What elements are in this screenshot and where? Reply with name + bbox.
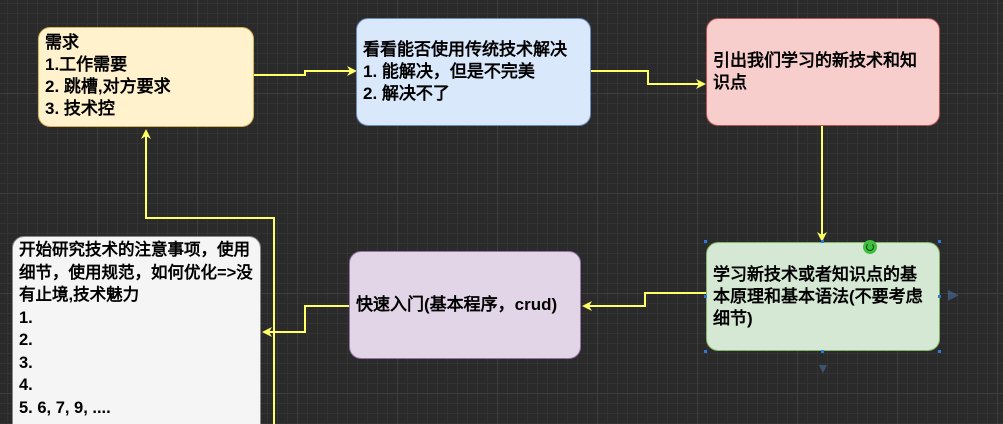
resize-handle-se[interactable] [938,350,941,353]
notes-item-3: 3. [19,353,33,372]
notes-item-4: 4. [19,376,33,394]
learn-text: 学习新技术或者知识点的基本原理和基本语法(不要考虑细节) [713,264,923,328]
traditional-item-2: 2. 解决不了 [363,84,450,103]
hover-arrow-down-icon[interactable]: ▼ [816,360,830,376]
node-quick-start[interactable]: 快速入门(基本程序，crud) [349,251,581,359]
node-learn-basics[interactable]: 学习新技术或者知识点的基本原理和基本语法(不要考虑细节) [706,242,940,351]
edge-traditional-to-introduce[interactable] [591,70,706,89]
resize-handle-ne[interactable] [938,240,941,243]
rotate-handle-icon[interactable] [863,240,877,254]
resize-handle-w[interactable] [704,295,707,298]
resize-handle-s[interactable] [821,350,824,353]
introduce-text: 引出我们学习的新技术和知识点 [713,51,917,92]
notes-item-1: 1. [19,308,33,327]
resize-handle-nw[interactable] [704,240,707,243]
node-introduce-new-tech[interactable]: 引出我们学习的新技术和知识点 [706,18,940,126]
diagram-canvas[interactable]: 需求 1.工作需要 2. 跳槽,对方要求 3. 技术控 看看能否使用传统技术解决… [0,0,1003,424]
quickstart-text: 快速入门(基本程序，crud) [356,295,558,314]
resize-handle-n[interactable] [821,240,824,243]
resize-handle-e[interactable] [938,295,941,298]
edge-quickstart-to-notes[interactable] [262,305,349,337]
node-traditional-solution[interactable]: 看看能否使用传统技术解决 1. 能解决，但是不完美 2. 解决不了 [356,18,591,126]
notes-item-2: 2. [19,331,33,349]
edge-requirements-to-traditional[interactable] [253,66,357,76]
notes-text: 开始研究技术的注意事项，使用细节，使用规范，如何优化=>没有止境,技术魅力 [19,241,253,304]
requirements-item-3: 3. 技术控 [45,99,115,118]
notes-item-5: 5. 6, 7, 9, .... [19,398,111,417]
edge-learn-to-quickstart[interactable] [582,292,706,311]
hover-arrow-right-icon[interactable]: ▶ [948,286,959,303]
traditional-title: 看看能否使用传统技术解决 [363,40,567,59]
traditional-item-1: 1. 能解决，但是不完美 [363,62,535,81]
node-research-notes[interactable]: 开始研究技术的注意事项，使用细节，使用规范，如何优化=>没有止境,技术魅力 1.… [12,236,261,424]
node-requirements[interactable]: 需求 1.工作需要 2. 跳槽,对方要求 3. 技术控 [38,27,254,127]
requirements-title: 需求 [45,33,79,52]
requirements-item-2: 2. 跳槽,对方要求 [45,77,171,96]
resize-handle-sw[interactable] [704,350,707,353]
requirements-item-1: 1.工作需要 [45,55,128,74]
